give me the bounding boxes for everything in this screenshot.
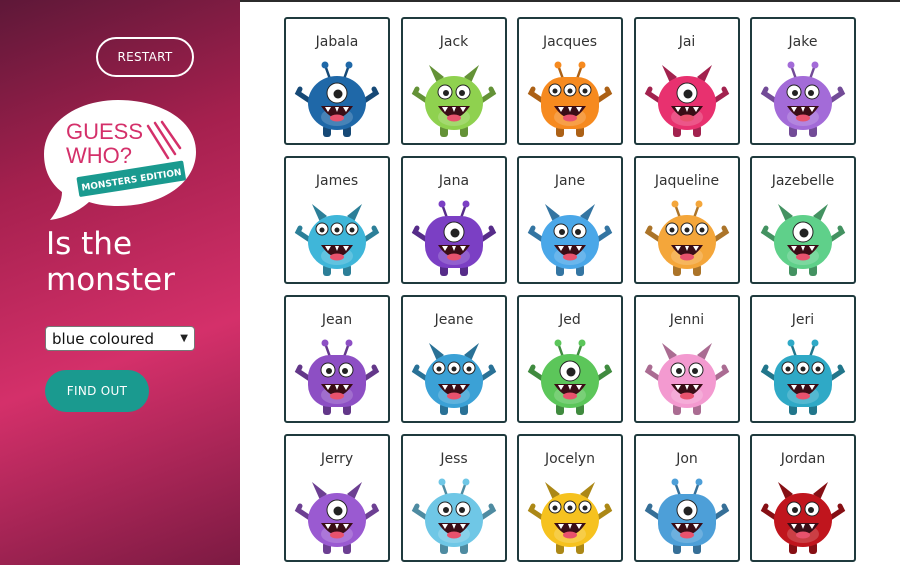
- guess-who-logo: GUESS WHO? MONSTERS EDITION: [44, 100, 196, 220]
- purple-dragon-monster-icon: [294, 339, 380, 415]
- attribute-select[interactable]: blue coloured ▼: [45, 326, 195, 351]
- pink-horned-monster-icon: [644, 65, 730, 137]
- find-out-button[interactable]: FIND OUT: [45, 370, 149, 412]
- attribute-select-value: blue coloured: [52, 329, 155, 348]
- monster-name: Jack: [439, 34, 469, 50]
- logo-text-who: WHO?: [66, 143, 132, 168]
- monster-name: Jake: [788, 34, 818, 50]
- purple-furry-monster-icon: [294, 482, 380, 554]
- blue-winged-monster-icon: [294, 204, 380, 276]
- monster-name: Jazebelle: [771, 173, 835, 189]
- monster-card-jabala[interactable]: Jabala: [284, 17, 390, 145]
- red-devil-monster-icon: [760, 482, 846, 554]
- purple-antenna-monster-icon: [760, 61, 846, 137]
- orange-bear-monster-icon: [527, 61, 613, 137]
- monster-card-jake[interactable]: Jake: [750, 17, 856, 145]
- monster-card-jocelyn[interactable]: Jocelyn: [517, 434, 623, 562]
- teal-antenna-monster-icon: [760, 339, 846, 415]
- blue-eyeball-monster-icon: [411, 478, 497, 554]
- monster-name: Jess: [440, 451, 468, 467]
- monster-name: Jocelyn: [544, 451, 596, 467]
- monster-name: Jane: [554, 173, 586, 189]
- monster-card-jack[interactable]: Jack: [401, 17, 507, 145]
- monster-card-jaqueline[interactable]: Jaqueline: [634, 156, 740, 284]
- blue-bull-monster-icon: [411, 343, 497, 415]
- question-line-2: monster: [46, 262, 175, 298]
- monster-card-jean[interactable]: Jean: [284, 295, 390, 423]
- monster-name: Jabala: [315, 34, 359, 50]
- sidebar-panel: RESTART GUESS WHO? MONSTERS EDITION Is t…: [0, 0, 240, 565]
- monster-card-jacques[interactable]: Jacques: [517, 17, 623, 145]
- monster-card-jon[interactable]: Jon: [634, 434, 740, 562]
- monster-card-jed[interactable]: Jed: [517, 295, 623, 423]
- monster-card-jana[interactable]: Jana: [401, 156, 507, 284]
- chevron-down-icon: ▼: [180, 333, 188, 344]
- top-border-line: [240, 0, 900, 2]
- monster-name: Jenni: [669, 312, 705, 328]
- monster-name: Jaqueline: [654, 173, 720, 189]
- monster-card-jeane[interactable]: Jeane: [401, 295, 507, 423]
- monster-name: Jeane: [434, 312, 474, 328]
- green-three-eyed-monster-icon: [527, 339, 613, 415]
- monster-name: Jana: [438, 173, 470, 189]
- monster-card-jordan[interactable]: Jordan: [750, 434, 856, 562]
- monster-name: Jordan: [780, 451, 826, 467]
- blue-bat-monster-icon: [527, 204, 613, 276]
- blue-one-eyed-monster-icon: [294, 61, 380, 137]
- monster-card-grid: Jabala Jack Jacques Jai Jake James Jana Jane Jaq…: [284, 17, 864, 565]
- monster-name: Jacques: [542, 34, 598, 50]
- monster-card-jerry[interactable]: Jerry: [284, 434, 390, 562]
- question-text: Is the monster: [46, 226, 236, 298]
- green-spiky-monster-icon: [760, 204, 846, 276]
- monster-card-jai[interactable]: Jai: [634, 17, 740, 145]
- monster-card-jazebelle[interactable]: Jazebelle: [750, 156, 856, 284]
- question-line-1: Is the: [46, 226, 133, 262]
- orange-horned-monster-icon: [644, 200, 730, 276]
- monster-name: James: [315, 173, 359, 189]
- monster-card-jeri[interactable]: Jeri: [750, 295, 856, 423]
- monster-name: Jean: [321, 312, 353, 328]
- green-furry-monster-icon: [411, 65, 497, 137]
- monster-card-jane[interactable]: Jane: [517, 156, 623, 284]
- monster-name: Jon: [676, 451, 698, 467]
- purple-three-eyed-monster-icon: [411, 200, 497, 276]
- pink-blob-monster-icon: [644, 343, 730, 415]
- monster-card-jenni[interactable]: Jenni: [634, 295, 740, 423]
- monster-name: Jerry: [320, 451, 354, 467]
- restart-button[interactable]: RESTART: [96, 37, 194, 77]
- monster-name: Jai: [678, 34, 696, 50]
- monster-name: Jeri: [791, 312, 815, 328]
- monster-name: Jed: [559, 312, 581, 328]
- blue-coffee-monster-icon: [644, 478, 730, 554]
- logo-text-guess: GUESS: [66, 119, 143, 144]
- monster-card-james[interactable]: James: [284, 156, 390, 284]
- monster-card-jess[interactable]: Jess: [401, 434, 507, 562]
- yellow-candy-monster-icon: [527, 482, 613, 554]
